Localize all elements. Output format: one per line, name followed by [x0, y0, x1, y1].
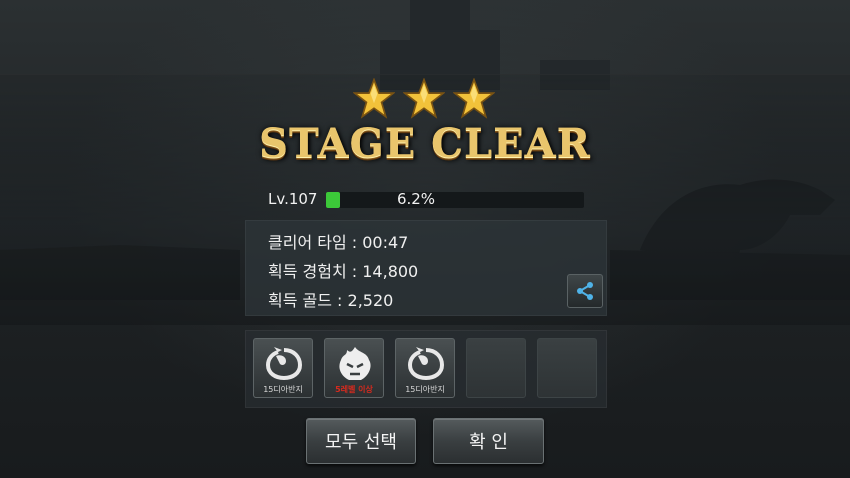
reward-label: 5레벨 이상 [335, 385, 373, 394]
star-icon [403, 78, 445, 119]
empty-reward-slot [537, 338, 597, 398]
select-all-button[interactable]: 모두 선택 [306, 418, 416, 464]
reward-slot[interactable]: 15디아반지 [253, 338, 313, 398]
exp-percent: 6.2% [396, 190, 436, 208]
stage-clear-title: STAGE CLEAR [259, 120, 591, 167]
star-rating [346, 78, 502, 124]
dragon-ring-icon [265, 347, 303, 381]
exp-gained-text: 획득 경험치 : 14,800 [268, 262, 419, 281]
result-info-panel: 클리어 타임 : 00:47 획득 경험치 : 14,800 획득 골드 : 2… [245, 220, 607, 316]
flame-demon-icon [339, 347, 371, 380]
confirm-button[interactable]: 확 인 [433, 418, 544, 464]
reward-panel: 15디아반지 5레벨 이상 15디아반지 [245, 330, 607, 408]
level-row: Lv.107 6.2% [268, 190, 584, 210]
exp-bar-fill [326, 192, 341, 208]
level-label: Lv.107 [268, 190, 318, 208]
share-button[interactable] [567, 274, 603, 308]
reward-label: 15디아반지 [263, 385, 303, 394]
empty-reward-slot [466, 338, 526, 398]
star-icon [453, 78, 495, 119]
star-icon [353, 78, 395, 119]
dragon-ring-icon [407, 347, 445, 381]
reward-label: 15디아반지 [405, 385, 445, 394]
share-icon [577, 282, 593, 300]
reward-slot[interactable]: 15디아반지 [395, 338, 455, 398]
reward-slot[interactable]: 5레벨 이상 [324, 338, 384, 398]
gold-gained-text: 획득 골드 : 2,520 [268, 291, 394, 310]
clear-time-text: 클리어 타임 : 00:47 [268, 233, 409, 252]
